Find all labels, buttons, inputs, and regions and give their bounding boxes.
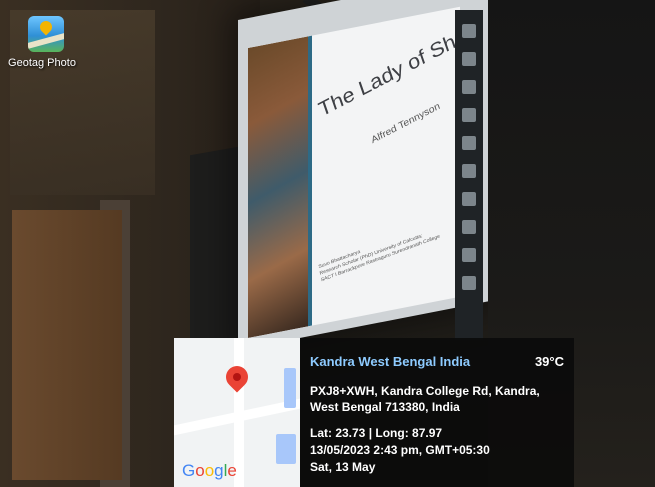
toolbar-tool-icon xyxy=(462,192,476,206)
coordinates: Lat: 23.73 | Long: 87.97 xyxy=(310,426,443,440)
toolbar-tool-icon xyxy=(462,164,476,178)
toolbar-tool-icon xyxy=(462,136,476,150)
temperature: 39°C xyxy=(534,354,564,369)
projected-slide: The Lady of Shalott Alfred Tennyson Suvo… xyxy=(248,6,460,338)
geotag-info-panel: Kandra West Bengal India 39°C PXJ8+XWH, … xyxy=(300,338,574,487)
smartboard-toolbar xyxy=(455,10,483,340)
desktop-shortcut-label: Geotag Photo xyxy=(8,57,76,69)
toolbar-tool-icon xyxy=(462,24,476,38)
mini-map: Google xyxy=(174,338,300,487)
toolbar-tool-icon xyxy=(462,276,476,290)
map-pin-icon xyxy=(221,361,253,393)
location-title: Kandra West Bengal India xyxy=(310,354,471,369)
google-logo: Google xyxy=(182,461,237,480)
toolbar-tool-icon xyxy=(462,52,476,66)
slide-credit-line: Research Scholar (PhD) University of Cal… xyxy=(319,233,423,277)
slide-painting xyxy=(248,36,308,338)
toolbar-tool-icon xyxy=(462,220,476,234)
slide-author: Alfred Tennyson xyxy=(370,100,442,147)
toolbar-tool-icon xyxy=(462,108,476,122)
address: PXJ8+XWH, Kandra College Rd, Kandra, Wes… xyxy=(310,384,540,414)
geotag-photo-icon xyxy=(28,16,64,52)
door xyxy=(12,210,122,480)
desktop-shortcut-geotag-photo[interactable]: Geotag Photo xyxy=(8,16,78,69)
slide-credit: Suvo Bhattacharya Research Scholar (PhD)… xyxy=(318,220,441,284)
slide-divider xyxy=(308,35,312,327)
toolbar-tool-icon xyxy=(462,80,476,94)
datetime: 13/05/2023 2:43 pm, GMT+05:30 xyxy=(310,443,490,457)
geotag-overlay: Google Kandra West Bengal India 39°C PXJ… xyxy=(174,338,574,487)
day: Sat, 13 May xyxy=(310,460,376,474)
toolbar-tool-icon xyxy=(462,248,476,262)
